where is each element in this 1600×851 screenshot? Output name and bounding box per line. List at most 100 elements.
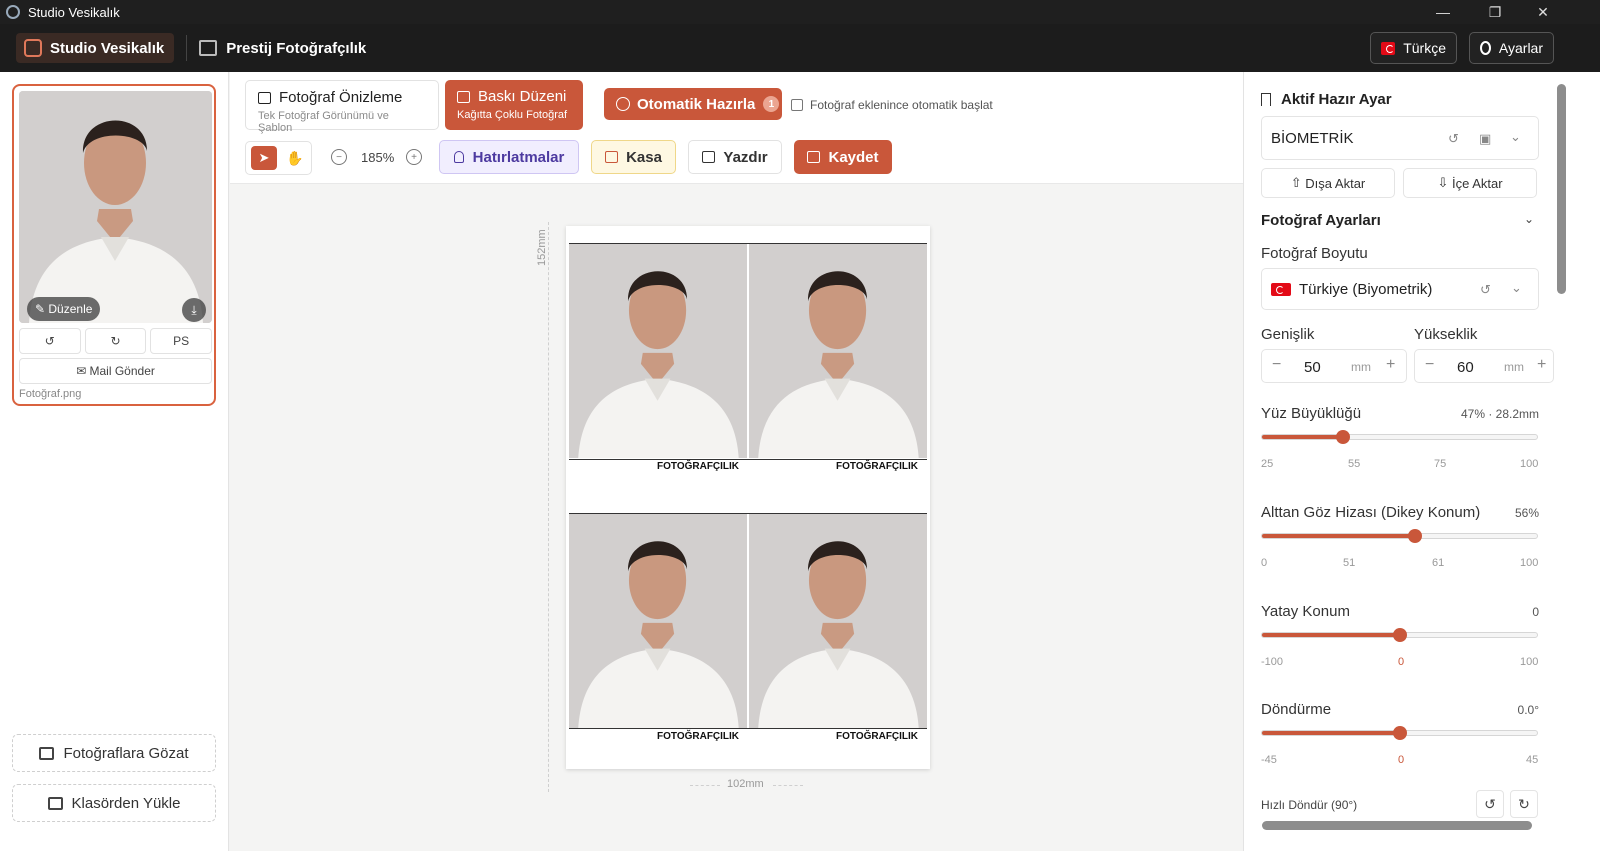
print-photo[interactable]	[569, 244, 747, 458]
thumbnail-tools: ↺ ↻ PS	[19, 328, 213, 354]
edit-button[interactable]: ✎ Düzenle	[27, 297, 101, 321]
export-label: Dışa Aktar	[1305, 175, 1366, 191]
reminders-label: Hatırlatmalar	[472, 148, 565, 166]
eye-level-label: Alttan Göz Hizası (Dikey Konum)	[1261, 504, 1481, 521]
print-photo[interactable]	[749, 514, 927, 728]
brand-name: Studio Vesikalık	[50, 39, 165, 57]
download-icon[interactable]: ⤓	[182, 298, 206, 322]
rotate-left-button[interactable]: ↺	[19, 328, 81, 354]
face-size-slider-thumb[interactable]	[1335, 430, 1350, 444]
portrait-image	[569, 244, 747, 458]
zoom-in-icon[interactable]: +	[406, 149, 422, 165]
save-button[interactable]: Kaydet	[794, 140, 892, 174]
load-folder-button[interactable]: Klasörden Yükle	[12, 784, 216, 822]
height-stepper[interactable]: − 60 mm +	[1414, 349, 1554, 383]
photo-thumbnail-card[interactable]: ✎ Düzenle ⤓ ↺ ↻ PS ✉ Mail Gönder Fotoğra…	[12, 84, 216, 406]
chevron-down-icon[interactable]: ⌄	[1524, 212, 1534, 226]
auto-prepare-button[interactable]: Otomatik Hazırla 1	[604, 88, 782, 120]
horizontal-scrollbar[interactable]	[1262, 821, 1532, 830]
print-photo[interactable]	[749, 244, 927, 458]
print-label: FOTOĞRAFÇILIK	[657, 731, 740, 742]
decrease-height-button[interactable]: −	[1425, 356, 1434, 374]
brand-button[interactable]: Studio Vesikalık	[16, 33, 175, 63]
photo-size-value: Türkiye (Biyometrik)	[1299, 280, 1433, 298]
select-tool-icon[interactable]: ➤	[251, 146, 277, 170]
face-scan-icon	[24, 39, 42, 57]
print-button[interactable]: Yazdır	[688, 140, 782, 174]
rotate-right-button[interactable]: ↻	[84, 328, 147, 354]
preset-select[interactable]: BİOMETRİK	[1261, 116, 1539, 160]
close-button[interactable]: ✕	[1520, 0, 1566, 24]
file-name: Fotoğraf.png	[19, 388, 82, 400]
rotation-value: 0.0°	[1517, 703, 1539, 717]
import-button[interactable]: ⇩ İçe Aktar	[1403, 168, 1537, 198]
browse-photos-button[interactable]: Fotoğraflara Gözat	[12, 734, 216, 772]
checkbox-box[interactable]	[791, 99, 803, 111]
reminders-button[interactable]: Hatırlatmalar	[439, 140, 579, 174]
portrait-image	[749, 514, 927, 728]
settings-button[interactable]: Ayarlar	[1469, 32, 1554, 64]
reset-icon[interactable]: ↺	[1480, 282, 1491, 298]
send-mail-button[interactable]: ✉ Mail Gönder	[19, 358, 212, 384]
face-size-slider[interactable]	[1261, 434, 1538, 440]
auto-prepare-label: Otomatik Hazırla	[637, 95, 756, 113]
portrait-image	[19, 91, 212, 323]
tick-label: 0	[1398, 754, 1405, 766]
chevron-down-icon[interactable]: ⌄	[1510, 129, 1521, 145]
width-value[interactable]: 50	[1304, 359, 1321, 376]
print-paper[interactable]: FOTOĞRAFÇILIK FOTOĞRAFÇILIK FOTOĞRAFÇILI…	[566, 226, 930, 769]
horizontal-position-slider-thumb[interactable]	[1392, 628, 1407, 642]
settings-label: Ayarlar	[1498, 40, 1543, 56]
tick-label: 75	[1434, 458, 1447, 470]
width-stepper[interactable]: − 50 mm +	[1261, 349, 1407, 383]
auto-start-checkbox[interactable]: Fotoğraf eklenince otomatik başlat	[791, 98, 993, 112]
zoom-out-icon[interactable]: −	[331, 149, 347, 165]
load-folder-label: Klasörden Yükle	[71, 794, 181, 812]
tick-label: 100	[1520, 656, 1539, 668]
rotation-slider-thumb[interactable]	[1392, 726, 1407, 740]
photoshop-button[interactable]: PS	[150, 328, 213, 354]
edit-label: Düzenle	[48, 302, 93, 316]
print-photo[interactable]	[569, 514, 747, 728]
photo-size-select[interactable]: Türkiye (Biyometrik)	[1261, 268, 1539, 310]
rotation-label: Döndürme	[1261, 701, 1332, 718]
workspace: Fotoğraf Önizleme Tek Fotoğraf Görünümü …	[230, 72, 1243, 851]
reset-icon[interactable]: ↺	[1448, 131, 1459, 147]
active-preset-title: Aktif Hazır Ayar	[1261, 91, 1392, 108]
width-ruler-label: 102mm	[727, 778, 764, 790]
hand-tool-icon[interactable]: ✋	[282, 146, 308, 170]
height-value[interactable]: 60	[1457, 359, 1474, 376]
print-layout-tab[interactable]: Baskı Düzeni Kağıtta Çoklu Fotoğraf	[445, 80, 583, 130]
studio-name-text: Prestij Fotoğrafçılık	[226, 39, 367, 57]
minimize-button[interactable]: —	[1420, 0, 1466, 24]
bookmark-icon	[1261, 93, 1271, 106]
rotate-left-90-button[interactable]: ↺	[1476, 790, 1504, 818]
photo-thumbnail[interactable]: ✎ Düzenle ⤓	[19, 91, 212, 323]
vertical-scrollbar[interactable]	[1557, 84, 1566, 294]
image-icon	[258, 91, 271, 104]
cash-register-button[interactable]: Kasa	[591, 140, 676, 174]
face-size-value: 47% · 28.2mm	[1460, 407, 1539, 421]
eye-level-slider[interactable]	[1261, 533, 1538, 539]
width-ruler-left	[690, 785, 720, 786]
mail-icon: ✉	[76, 364, 87, 378]
save-preset-icon[interactable]: ▣	[1479, 131, 1491, 147]
language-button[interactable]: Türkçe	[1370, 32, 1457, 64]
increase-width-button[interactable]: +	[1386, 356, 1395, 374]
restore-button[interactable]: ❐	[1472, 0, 1518, 24]
zoom-level: 185%	[361, 150, 395, 165]
app-icon	[6, 5, 20, 19]
rotate-right-90-button[interactable]: ↻	[1510, 790, 1538, 818]
height-ruler-label: 152mm	[536, 229, 548, 266]
studio-name: Prestij Fotoğrafçılık	[199, 40, 366, 57]
gear-icon	[1480, 41, 1491, 55]
export-button[interactable]: ⇧ Dışa Aktar	[1261, 168, 1395, 198]
tick-label: -100	[1261, 656, 1284, 668]
decrease-width-button[interactable]: −	[1272, 356, 1281, 374]
increase-height-button[interactable]: +	[1537, 356, 1546, 374]
folder-icon	[47, 796, 63, 810]
chevron-down-icon[interactable]: ⌄	[1511, 280, 1522, 296]
eye-level-slider-thumb[interactable]	[1407, 529, 1422, 543]
play-circle-icon	[616, 97, 630, 111]
photo-preview-tab[interactable]: Fotoğraf Önizleme Tek Fotoğraf Görünümü …	[245, 80, 439, 134]
